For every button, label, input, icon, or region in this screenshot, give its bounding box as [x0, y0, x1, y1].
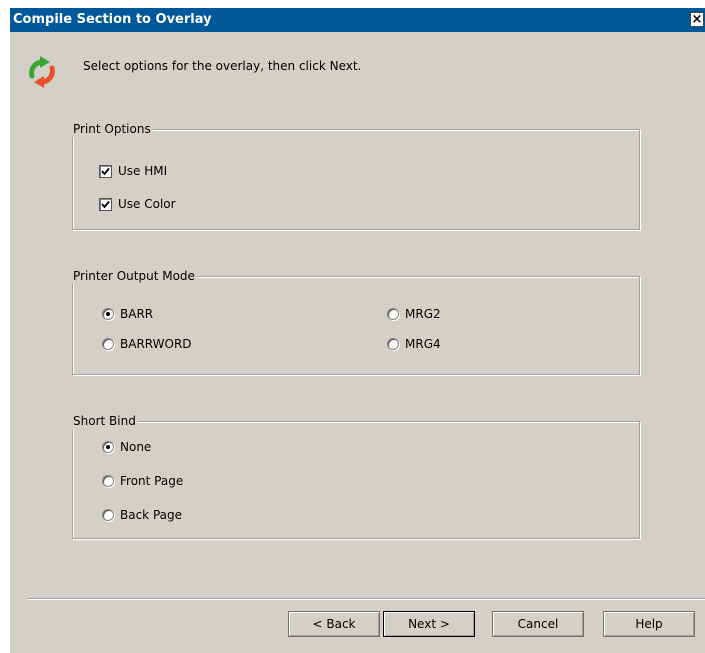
radio-back-page-label: Back Page [120, 508, 182, 522]
radio-front-page[interactable]: Front Page [102, 473, 183, 489]
radio-circle[interactable] [387, 308, 399, 320]
print-options-legend: Print Options [71, 121, 153, 137]
radio-barr-label: BARR [120, 307, 154, 321]
title-bar[interactable]: Compile Section to Overlay × [10, 8, 705, 32]
close-icon: × [691, 12, 703, 27]
radio-selected-dot [106, 312, 110, 316]
close-button[interactable]: × [690, 12, 704, 27]
radio-circle[interactable] [387, 338, 399, 350]
radio-front-page-label: Front Page [120, 474, 184, 488]
printer-output-mode-group: Printer Output Mode BARR BARRWORD MRG2 M… [71, 268, 640, 375]
radio-circle[interactable] [102, 475, 114, 487]
radio-none-label: None [120, 440, 152, 454]
radio-mrg2-label: MRG2 [405, 307, 441, 321]
radio-circle[interactable] [102, 308, 114, 320]
back-button[interactable]: < Back [288, 611, 380, 637]
radio-mrg4[interactable]: MRG4 [387, 336, 441, 352]
checkbox-box[interactable] [99, 197, 112, 211]
radio-selected-dot [106, 445, 110, 449]
radio-mrg2[interactable]: MRG2 [387, 306, 441, 322]
footer-divider-highlight [28, 599, 705, 600]
instruction-text: Select options for the overlay, then cli… [83, 59, 362, 73]
short-bind-legend: Short Bind [71, 413, 138, 429]
radio-barr[interactable]: BARR [102, 306, 153, 322]
print-options-group: Print Options Use HMI Use Color [71, 121, 640, 230]
checkmark-icon [101, 167, 110, 175]
next-button[interactable]: Next > [383, 611, 475, 637]
cancel-button[interactable]: Cancel [492, 611, 584, 637]
radio-circle[interactable] [102, 441, 114, 453]
short-bind-group: Short Bind None Front Page Back Page [71, 413, 640, 539]
use-color-checkbox[interactable]: Use Color [99, 196, 176, 212]
radio-none[interactable]: None [102, 439, 151, 455]
printer-output-mode-legend: Printer Output Mode [71, 268, 197, 284]
radio-barrword-label: BARRWORD [120, 337, 192, 351]
radio-mrg4-label: MRG4 [405, 337, 441, 351]
refresh-arrows-icon [24, 54, 60, 90]
use-hmi-label: Use HMI [118, 164, 168, 178]
use-color-label: Use Color [118, 197, 176, 211]
use-hmi-checkbox[interactable]: Use HMI [99, 163, 167, 179]
checkbox-box[interactable] [99, 164, 112, 178]
radio-circle[interactable] [102, 509, 114, 521]
radio-circle[interactable] [102, 338, 114, 350]
compile-overlay-dialog: Compile Section to Overlay × Select opti… [10, 8, 705, 653]
dialog-title: Compile Section to Overlay [13, 12, 212, 27]
radio-barrword[interactable]: BARRWORD [102, 336, 192, 352]
radio-back-page[interactable]: Back Page [102, 507, 182, 523]
checkmark-icon [101, 200, 110, 208]
help-button[interactable]: Help [603, 611, 695, 637]
